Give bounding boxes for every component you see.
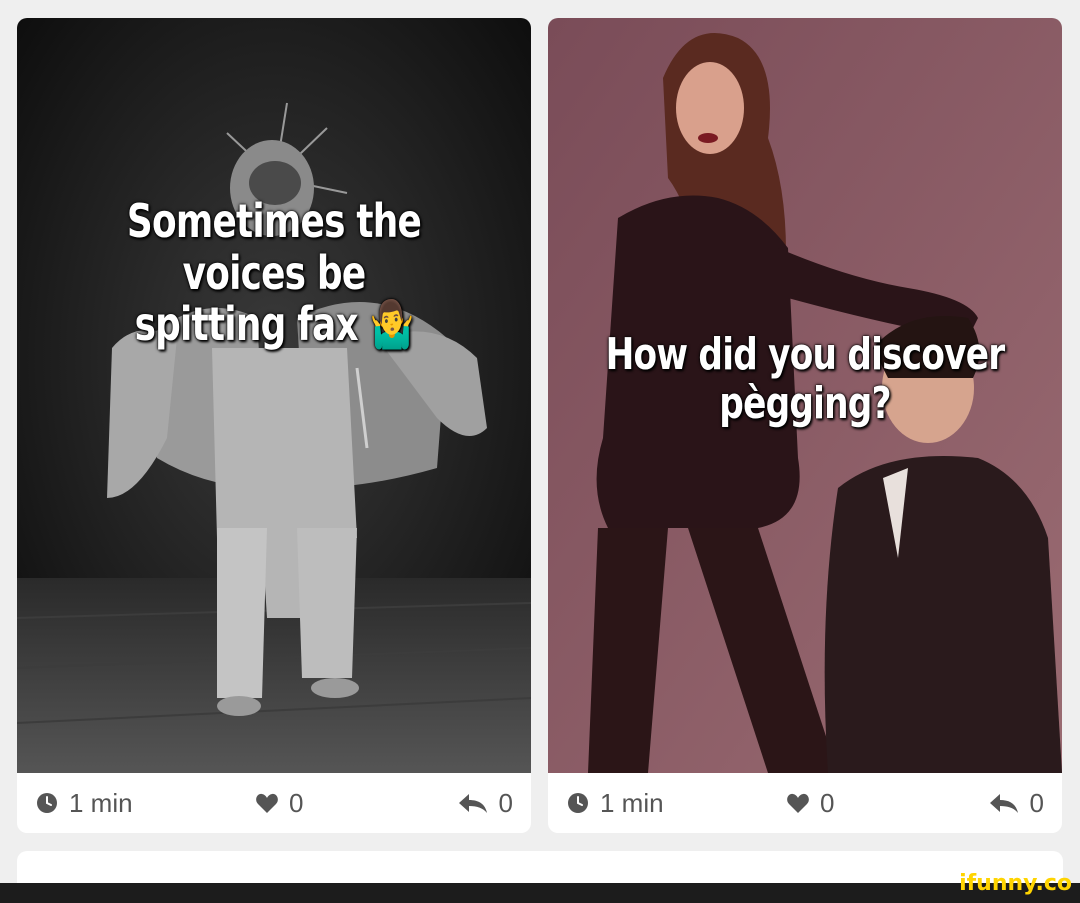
clock-icon <box>37 793 57 813</box>
like-button[interactable]: 0 <box>255 788 303 819</box>
clock-icon <box>568 793 588 813</box>
like-count: 0 <box>289 787 304 818</box>
caption-line-1: How did you discover <box>605 329 1006 380</box>
footer-bar <box>0 883 1080 903</box>
post-age: 1 min <box>35 788 133 819</box>
ifunny-watermark: ifunny.co <box>959 871 1072 896</box>
post-age-text: 1 min <box>600 787 664 818</box>
meme-caption: How did you discover pègging? <box>605 330 1006 429</box>
like-count: 0 <box>820 787 835 818</box>
post-card-1[interactable]: Sometimes the voices be spitting fax 🤷‍♂… <box>17 18 531 833</box>
post-stats: 1 min 0 0 <box>17 773 531 833</box>
post-image-2[interactable]: How did you discover pègging? <box>548 18 1062 773</box>
post-age-text: 1 min <box>69 787 133 818</box>
heart-icon <box>256 793 278 813</box>
reply-arrow-icon <box>989 794 1018 813</box>
reply-arrow-icon <box>458 794 487 813</box>
heart-icon <box>787 793 809 813</box>
costume-photo <box>17 18 531 773</box>
repost-button[interactable]: 0 <box>988 788 1044 819</box>
caption-line-1: Sometimes the voices be <box>126 194 422 300</box>
post-age: 1 min <box>566 788 664 819</box>
repost-button[interactable]: 0 <box>457 788 513 819</box>
repost-count: 0 <box>498 787 513 818</box>
caption-line-2: spitting fax 🤷‍♂️ <box>134 297 415 352</box>
repost-count: 0 <box>1029 787 1044 818</box>
caption-line-2: pègging? <box>719 378 891 430</box>
like-button[interactable]: 0 <box>786 788 834 819</box>
post-image-1[interactable]: Sometimes the voices be spitting fax 🤷‍♂… <box>17 18 531 773</box>
meme-caption: Sometimes the voices be spitting fax 🤷‍♂… <box>74 194 475 352</box>
post-stats: 1 min 0 0 <box>548 773 1062 833</box>
post-card-2[interactable]: How did you discover pègging? 1 min 0 0 <box>548 18 1062 833</box>
